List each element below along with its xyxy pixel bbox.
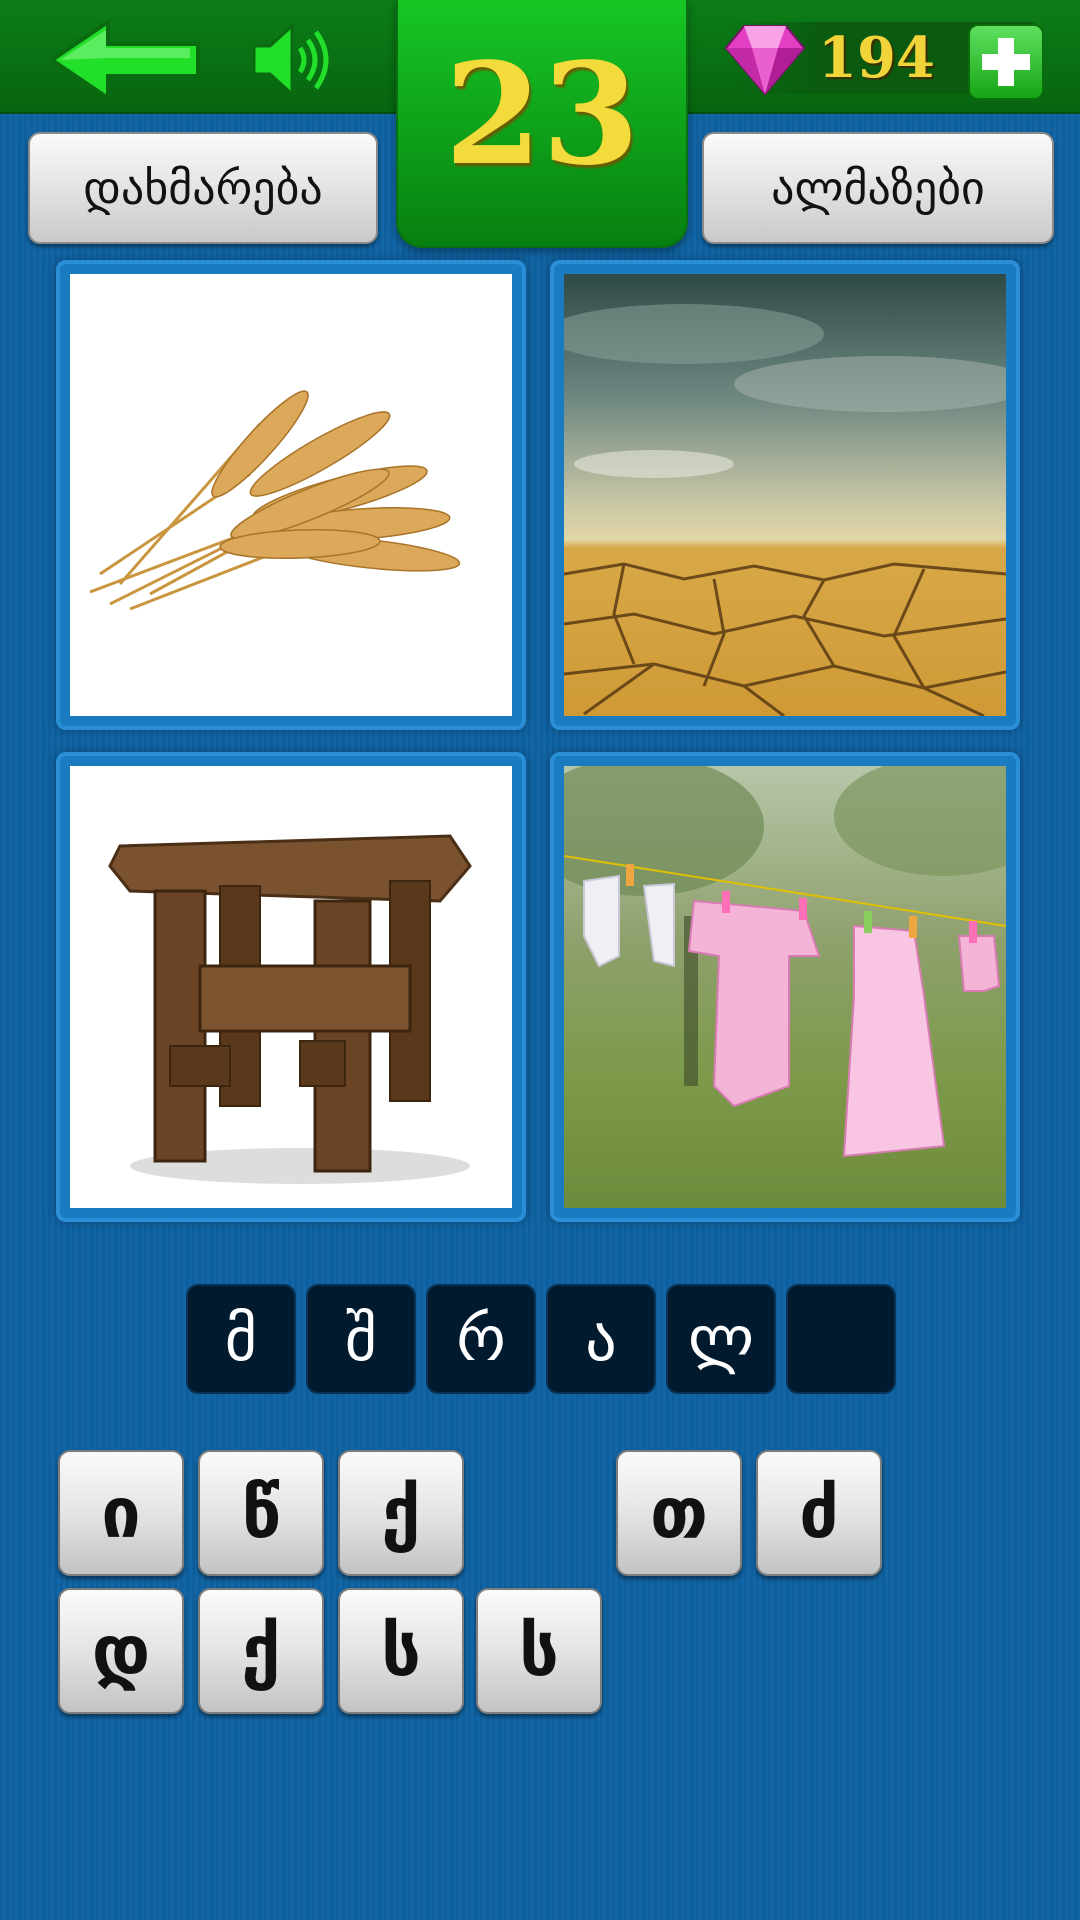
back-arrow-icon [48, 18, 200, 102]
level-indicator: 23 [396, 0, 688, 248]
speaker-icon [252, 22, 329, 98]
picture-tile-clothesline[interactable] [550, 752, 1020, 1222]
picture-tile-dry-earth[interactable] [550, 260, 1020, 730]
letter-key[interactable]: ს [476, 1588, 602, 1714]
letter-key[interactable]: ი [58, 1450, 184, 1576]
plus-icon [982, 38, 1030, 86]
letter-key[interactable]: დ [58, 1588, 184, 1714]
buy-gems-button[interactable] [968, 24, 1044, 100]
letter-key[interactable]: ს [338, 1588, 464, 1714]
answer-slot[interactable]: რ [426, 1284, 536, 1394]
gems-button[interactable]: ალმაზები [702, 132, 1054, 244]
letter-key[interactable]: წ [198, 1450, 324, 1576]
diamond-icon [724, 20, 806, 98]
letter-key[interactable]: ქ [198, 1588, 324, 1714]
letter-key[interactable]: ძ [756, 1450, 882, 1576]
picture-tile-stool[interactable] [56, 752, 526, 1222]
picture-tile-wheat[interactable] [56, 260, 526, 730]
wheat-image [89, 390, 461, 611]
answer-slot[interactable]: მ [186, 1284, 296, 1394]
answer-slot-empty[interactable] [786, 1284, 896, 1394]
back-button[interactable] [48, 18, 202, 102]
answer-slot[interactable]: ლ [666, 1284, 776, 1394]
gem-count: 194 [818, 25, 935, 91]
answer-slot[interactable]: შ [306, 1284, 416, 1394]
help-button[interactable]: დახმარება [28, 132, 378, 244]
letter-key[interactable]: ქ [338, 1450, 464, 1576]
answer-slot[interactable]: ა [546, 1284, 656, 1394]
sound-button[interactable] [250, 18, 334, 102]
level-number: 23 [444, 33, 640, 197]
dry-earth-image [564, 304, 1006, 716]
stool-image [108, 834, 472, 1184]
clothesline-image [564, 766, 1006, 1158]
letter-key[interactable]: თ [616, 1450, 742, 1576]
